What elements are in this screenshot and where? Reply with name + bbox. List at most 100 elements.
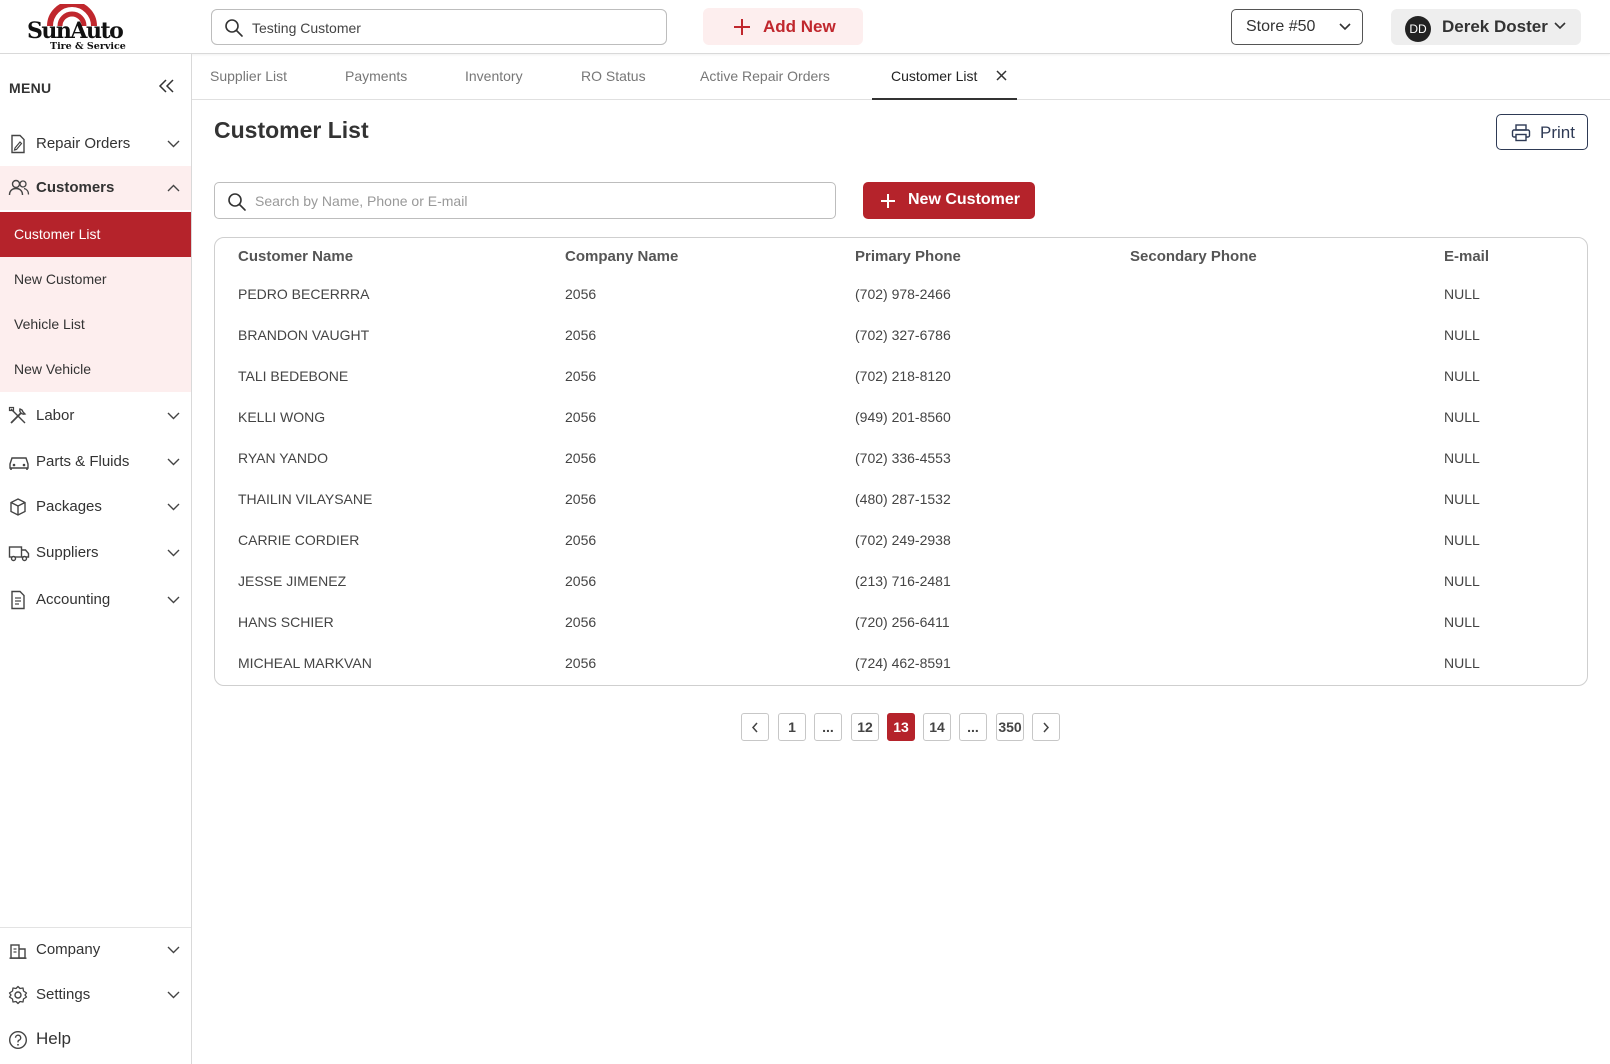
plus-icon bbox=[881, 194, 895, 208]
pagination-next-button[interactable] bbox=[1032, 713, 1060, 741]
tab-bar: Supplier List Payments Inventory RO Stat… bbox=[192, 54, 1610, 100]
table-row[interactable]: MICHEAL MARKVAN 2056 (724) 462-8591 NULL bbox=[215, 643, 1587, 684]
sidebar-subitem-vehicle-list[interactable]: Vehicle List bbox=[0, 302, 191, 347]
sidebar-subitem-customer-list[interactable]: Customer List bbox=[0, 212, 191, 257]
new-customer-button[interactable]: New Customer bbox=[863, 182, 1035, 219]
cell-company-name: 2056 bbox=[565, 409, 597, 425]
user-menu[interactable]: DD Derek Doster bbox=[1391, 9, 1581, 45]
tab-label: Supplier List bbox=[210, 68, 288, 84]
customer-search-field[interactable] bbox=[214, 182, 836, 219]
table-row[interactable]: KELLI WONG 2056 (949) 201-8560 NULL bbox=[215, 397, 1587, 438]
users-icon bbox=[8, 179, 30, 196]
column-header-email[interactable]: E-mail bbox=[1444, 248, 1489, 265]
gear-icon bbox=[8, 985, 28, 1005]
cell-company-name: 2056 bbox=[565, 286, 597, 302]
page-title: Customer List bbox=[214, 117, 369, 143]
global-search-input[interactable]: Testing Customer bbox=[211, 9, 667, 45]
sidebar-item-suppliers[interactable]: Suppliers bbox=[0, 531, 191, 575]
sidebar-item-packages[interactable]: Packages bbox=[0, 485, 191, 529]
sidebar-subitem-label: New Vehicle bbox=[14, 361, 92, 377]
chevron-down-icon bbox=[167, 140, 180, 148]
column-header-company-name[interactable]: Company Name bbox=[565, 248, 678, 265]
menu-title: MENU bbox=[9, 80, 52, 96]
sidebar-subitem-new-customer[interactable]: New Customer bbox=[0, 257, 191, 302]
sidebar-subitem-new-vehicle[interactable]: New Vehicle bbox=[0, 347, 191, 392]
sidebar-item-help[interactable]: Help bbox=[0, 1018, 191, 1062]
pagination-prev-button[interactable] bbox=[741, 713, 769, 741]
cell-customer-name: RYAN YANDO bbox=[238, 450, 328, 466]
sidebar-item-label: Accounting bbox=[36, 591, 111, 608]
table-row[interactable]: HANS SCHIER 2056 (720) 256-6411 NULL bbox=[215, 602, 1587, 643]
cell-email: NULL bbox=[1444, 409, 1480, 425]
sidebar-item-label: Customers bbox=[36, 179, 115, 196]
sidebar-item-parts-fluids[interactable]: Parts & Fluids bbox=[0, 440, 191, 484]
pagination-page-button[interactable]: 350 bbox=[996, 713, 1024, 741]
column-header-primary-phone[interactable]: Primary Phone bbox=[855, 248, 961, 265]
chevron-down-icon bbox=[167, 991, 180, 999]
tab-inventory[interactable]: Inventory bbox=[465, 54, 545, 100]
cell-company-name: 2056 bbox=[565, 491, 597, 507]
chevron-up-icon bbox=[167, 184, 180, 192]
sidebar-subitem-label: Customer List bbox=[14, 226, 101, 242]
chevron-down-icon bbox=[1339, 23, 1351, 31]
table-row[interactable]: THAILIN VILAYSANE 2056 (480) 287-1532 NU… bbox=[215, 479, 1587, 520]
cell-email: NULL bbox=[1444, 532, 1480, 548]
add-new-button[interactable]: Add New bbox=[703, 8, 863, 45]
top-bar: SunAuto Tire & Service Testing Customer … bbox=[0, 0, 1610, 54]
plus-icon bbox=[734, 19, 750, 35]
cell-customer-name: JESSE JIMENEZ bbox=[238, 573, 347, 589]
pagination-current-page[interactable]: 13 bbox=[887, 713, 915, 741]
chevron-down-icon bbox=[167, 596, 180, 604]
column-header-secondary-phone[interactable]: Secondary Phone bbox=[1130, 248, 1257, 265]
print-button[interactable]: Print bbox=[1496, 114, 1588, 150]
sidebar-item-labor[interactable]: Labor bbox=[0, 394, 191, 438]
sidebar-item-repair-orders[interactable]: Repair Orders bbox=[0, 122, 191, 166]
tab-active-repair-orders[interactable]: Active Repair Orders bbox=[700, 54, 850, 100]
tab-customer-list[interactable]: Customer List bbox=[872, 54, 1017, 100]
tab-payments[interactable]: Payments bbox=[345, 54, 425, 100]
global-search-value: Testing Customer bbox=[252, 20, 361, 36]
cell-primary-phone: (949) 201-8560 bbox=[855, 409, 951, 425]
pagination-page-button[interactable]: 14 bbox=[923, 713, 951, 741]
chevron-down-icon bbox=[167, 549, 180, 557]
table-row[interactable]: BRANDON VAUGHT 2056 (702) 327-6786 NULL bbox=[215, 315, 1587, 356]
cell-primary-phone: (702) 336-4553 bbox=[855, 450, 951, 466]
pagination-page-button[interactable]: 12 bbox=[851, 713, 879, 741]
customer-search-input[interactable] bbox=[255, 191, 815, 211]
cell-customer-name: HANS SCHIER bbox=[238, 614, 334, 630]
logo-wordmark: SunAuto bbox=[27, 18, 124, 44]
chevron-down-icon bbox=[1554, 22, 1566, 30]
table-row[interactable]: CARRIE CORDIER 2056 (702) 249-2938 NULL bbox=[215, 520, 1587, 561]
chevron-down-icon bbox=[167, 412, 180, 420]
cell-primary-phone: (724) 462-8591 bbox=[855, 655, 951, 671]
cell-customer-name: BRANDON VAUGHT bbox=[238, 327, 370, 343]
sunauto-logo[interactable]: SunAuto Tire & Service bbox=[26, 4, 126, 52]
sidebar-item-customers[interactable]: Customers bbox=[0, 166, 191, 210]
sidebar-item-company[interactable]: Company bbox=[0, 928, 191, 972]
cell-company-name: 2056 bbox=[565, 655, 597, 671]
table-row[interactable]: TALI BEDEBONE 2056 (702) 218-8120 NULL bbox=[215, 356, 1587, 397]
tools-icon bbox=[8, 406, 27, 424]
tab-supplier-list[interactable]: Supplier List bbox=[210, 54, 310, 100]
store-selector[interactable]: Store #50 bbox=[1231, 9, 1363, 45]
truck-icon bbox=[8, 546, 30, 562]
car-icon bbox=[9, 457, 29, 470]
table-row[interactable]: JESSE JIMENEZ 2056 (213) 716-2481 NULL bbox=[215, 561, 1587, 602]
table-row[interactable]: PEDRO BECERRRA 2056 (702) 978-2466 NULL bbox=[215, 274, 1587, 315]
sidebar-item-settings[interactable]: Settings bbox=[0, 973, 191, 1017]
cell-email: NULL bbox=[1444, 655, 1480, 671]
close-icon[interactable] bbox=[996, 70, 1007, 81]
table-row[interactable]: RYAN YANDO 2056 (702) 336-4553 NULL bbox=[215, 438, 1587, 479]
tab-label: Inventory bbox=[465, 68, 523, 84]
cell-customer-name: MICHEAL MARKVAN bbox=[238, 655, 372, 671]
tab-label: Payments bbox=[345, 68, 408, 84]
sidebar-item-accounting[interactable]: Accounting bbox=[0, 578, 191, 622]
sidebar-item-label: Settings bbox=[36, 986, 91, 1003]
double-chevron-left-icon[interactable] bbox=[158, 78, 176, 94]
tab-ro-status[interactable]: RO Status bbox=[581, 54, 661, 100]
pagination-ellipsis: ... bbox=[814, 713, 842, 741]
receipt-icon bbox=[11, 590, 25, 610]
column-header-customer-name[interactable]: Customer Name bbox=[238, 248, 353, 265]
pagination-page-button[interactable]: 1 bbox=[778, 713, 806, 741]
cell-customer-name: THAILIN VILAYSANE bbox=[238, 491, 373, 507]
